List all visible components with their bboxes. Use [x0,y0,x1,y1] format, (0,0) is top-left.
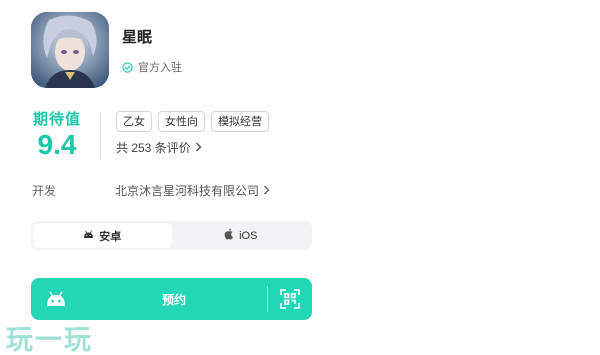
tab-android-label: 安卓 [99,230,122,243]
chevron-right-icon [263,184,270,198]
tab-ios[interactable]: iOS [172,223,311,248]
tag-list: 乙女 女性向 模拟经营 [116,111,269,132]
developer-link[interactable]: 北京沐言星河科技有限公司 [115,182,270,199]
apple-icon [224,228,234,243]
reviews-count-text: 共 253 条评价 [116,141,191,155]
developer-name: 北京沐言星河科技有限公司 [115,184,260,198]
reserve-button[interactable]: 预约 [31,278,312,320]
android-icon [83,230,94,242]
reserve-label: 预约 [161,292,186,307]
expectation-score: 期待值 9.4 [25,108,89,159]
chevron-right-icon [195,141,202,155]
reviews-link[interactable]: 共 253 条评价 [116,139,202,156]
app-title: 星眠 [122,29,153,46]
developer-label: 开发 [32,184,57,198]
verified-label: 官方入驻 [138,62,182,74]
score-label: 期待值 [32,111,81,128]
qr-scan-icon[interactable] [268,289,312,309]
tab-ios-label: iOS [239,229,258,242]
app-icon [31,12,109,88]
tag-simulation[interactable]: 模拟经营 [211,111,269,132]
tab-android[interactable]: 安卓 [33,223,172,248]
verified-badge: 官方入驻 [122,59,182,75]
watermark: 玩一玩 [6,325,93,355]
tag-otome[interactable]: 乙女 [116,111,152,132]
score-value: 9.4 [37,129,77,160]
verified-check-icon [122,61,133,73]
android-icon [31,291,81,307]
score-divider [100,112,101,160]
tag-female-oriented[interactable]: 女性向 [158,111,205,132]
platform-selector: 安卓 iOS [31,221,312,250]
